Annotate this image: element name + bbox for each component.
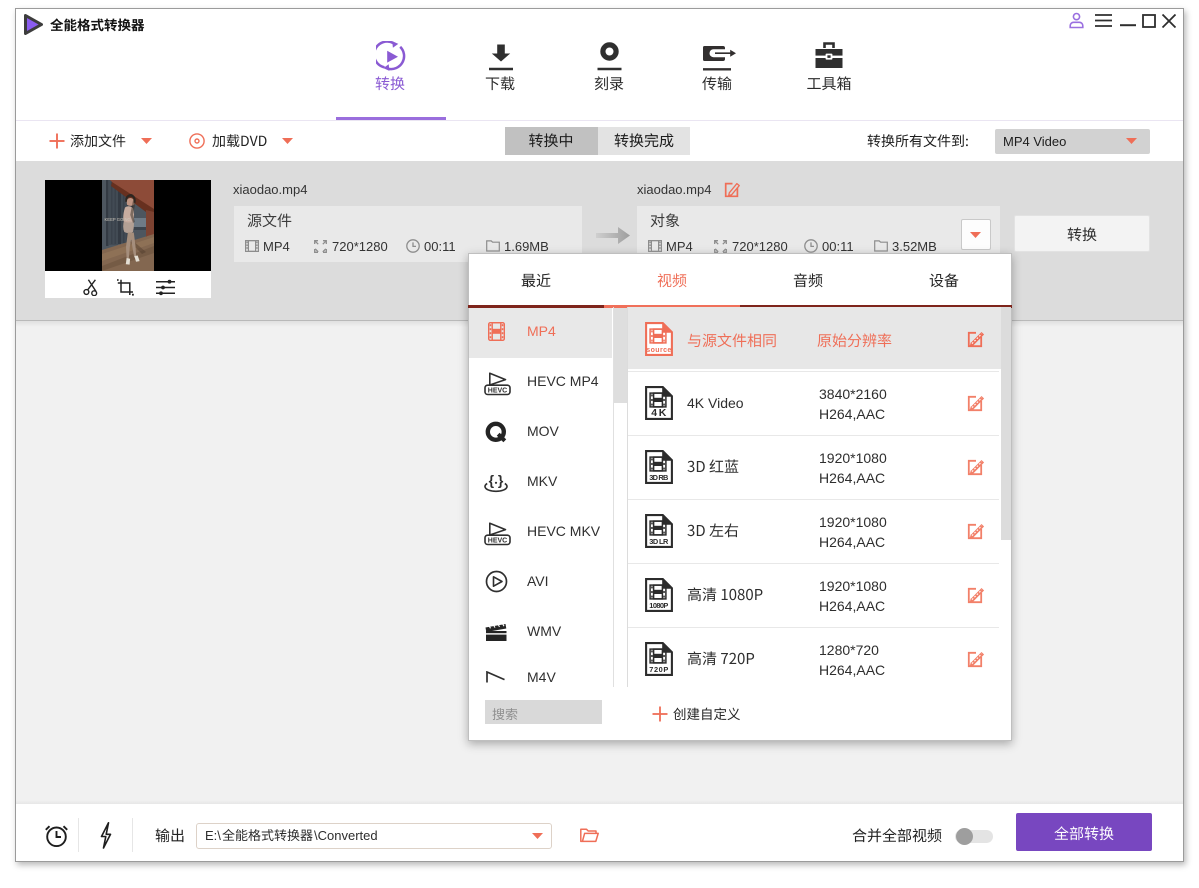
svg-text:HEVC: HEVC	[488, 388, 507, 395]
svg-text:3D LR: 3D LR	[649, 537, 669, 546]
svg-text:3D RB: 3D RB	[649, 473, 668, 482]
svg-text:HEVC: HEVC	[488, 538, 507, 545]
svg-text:1080P: 1080P	[649, 601, 668, 610]
svg-text:4K: 4K	[651, 407, 666, 419]
svg-text:{ }: { }	[489, 472, 504, 488]
svg-text:KEEP GOING: KEEP GOING	[105, 217, 131, 222]
svg-text:source: source	[646, 347, 671, 354]
svg-text:720P: 720P	[649, 665, 668, 674]
